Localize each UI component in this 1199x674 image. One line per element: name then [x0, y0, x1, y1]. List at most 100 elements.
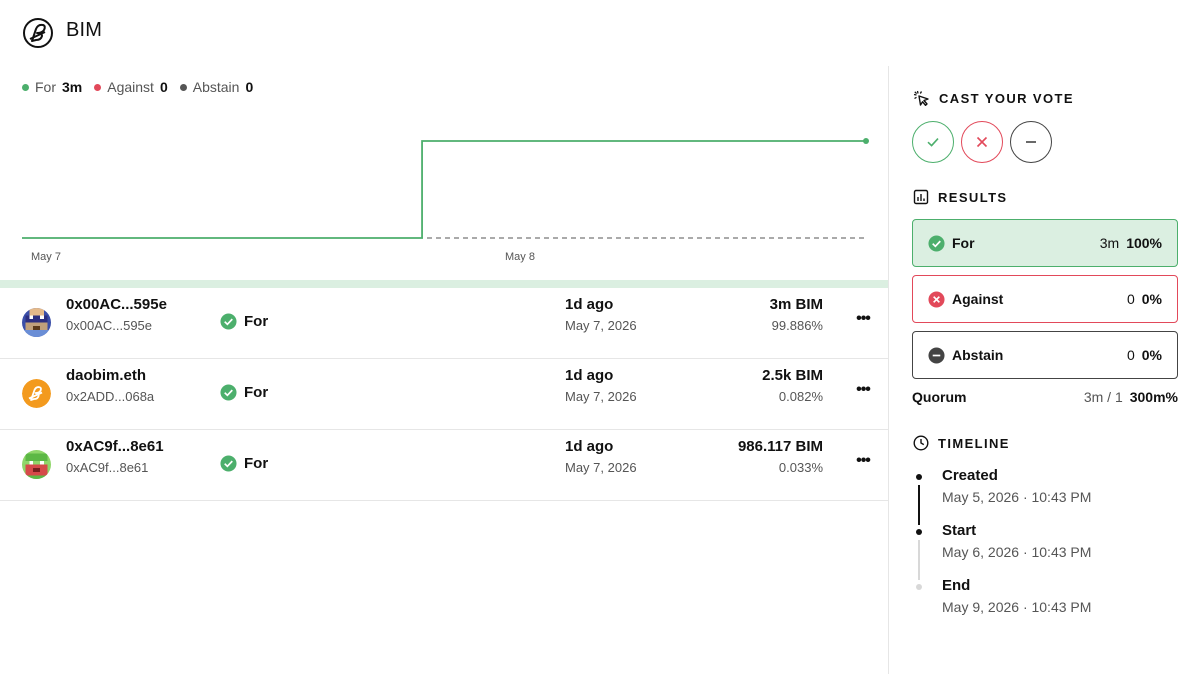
vote-percent: 99.886% — [771, 318, 823, 333]
more-options-icon[interactable]: ••• — [852, 379, 874, 401]
voter-name[interactable]: 0x00AC...595e — [66, 296, 167, 313]
result-percent: 100% — [1126, 235, 1162, 251]
timeline-date: May 5, 2026 · 10:43 PM — [942, 489, 1092, 505]
check-circle-icon — [220, 384, 237, 401]
timeline-item-created: Created May 5, 2026 · 10:43 PM — [912, 465, 1178, 525]
quorum-ratio: 3m / 1 — [1083, 389, 1123, 405]
bar-chart-icon — [913, 189, 929, 205]
vote-time: 1d ago — [565, 367, 614, 384]
vote-choice: For — [220, 313, 268, 330]
vote-percent: 0.033% — [778, 460, 823, 475]
results-heading: RESULTS — [913, 189, 1008, 205]
timeline-item-start: Start May 6, 2026 · 10:43 PM — [912, 520, 1178, 580]
result-against: Against 0 0% — [912, 275, 1178, 323]
result-percent: 0% — [1141, 347, 1162, 363]
section-title: TIMELINE — [938, 435, 1010, 451]
pixel-avatar-blue — [22, 308, 51, 337]
legend-dot-for — [22, 83, 29, 91]
vote-choice-label: For — [244, 384, 269, 401]
timeline-dot — [916, 474, 922, 480]
chart-x-tick: May 8 — [505, 251, 535, 263]
check-circle-icon — [928, 234, 945, 252]
result-amount: 0 — [1126, 291, 1135, 307]
legend-dot-against — [94, 83, 102, 91]
quorum-percent: 300m% — [1129, 389, 1178, 405]
timeline-title: Start — [942, 522, 977, 539]
timeline-title: Created — [942, 467, 998, 484]
vote-time: 1d ago — [565, 296, 614, 313]
check-icon — [927, 138, 939, 147]
vote-for-button[interactable] — [912, 121, 954, 163]
minus-circle-icon — [928, 346, 945, 364]
table-row[interactable]: 0xAC9f...8e61 0xAC9f...8e61 For 1d ago M… — [0, 430, 888, 501]
vote-date: May 7, 2026 — [565, 389, 637, 404]
vote-power: 2.5k BIM — [762, 367, 823, 384]
vote-choice: For — [220, 384, 268, 401]
timeline-dot — [916, 529, 922, 535]
legend-label: Against — [107, 79, 154, 95]
timeline-date: May 9, 2026 · 10:43 PM — [942, 599, 1092, 615]
result-abstain: Abstain 0 0% — [912, 331, 1178, 379]
cast-vote-heading: CAST YOUR VOTE — [913, 90, 1074, 107]
vote-choice-label: For — [244, 455, 269, 472]
result-amount: 0 — [1126, 347, 1135, 363]
voter-address: 0x2ADD...068a — [66, 389, 155, 404]
vote-percent: 0.082% — [778, 389, 823, 404]
clock-icon — [913, 435, 929, 451]
chart-point-for — [863, 138, 869, 144]
table-row[interactable]: daobim.eth 0x2ADD...068a For 1d ago May … — [0, 359, 888, 430]
voter-address: 0x00AC...595e — [66, 318, 153, 333]
minus-icon — [1026, 141, 1036, 143]
legend-value: 0 — [245, 79, 254, 95]
timeline-date: May 6, 2026 · 10:43 PM — [942, 544, 1092, 560]
cast-vote-buttons — [912, 121, 1059, 163]
voter-address: 0xAC9f...8e61 — [66, 460, 149, 475]
votes-divider — [0, 280, 888, 288]
chart-legend: For 3m Against 0 Abstain 0 — [22, 79, 265, 95]
timeline-item-end: End May 9, 2026 · 10:43 PM — [912, 575, 1178, 630]
result-label: Abstain — [952, 347, 1004, 363]
section-title: CAST YOUR VOTE — [939, 91, 1074, 106]
check-circle-icon — [220, 313, 237, 330]
vote-power: 986.117 BIM — [737, 438, 823, 455]
result-label: Against — [952, 291, 1004, 307]
voter-name[interactable]: 0xAC9f...8e61 — [66, 438, 164, 455]
x-circle-icon — [928, 290, 945, 308]
vote-abstain-button[interactable] — [1010, 121, 1052, 163]
timeline-connector — [918, 540, 920, 580]
cursor-click-icon — [913, 90, 929, 106]
table-row[interactable]: 0x00AC...595e 0x00AC...595e For 1d ago M… — [0, 288, 888, 359]
timeline: Created May 5, 2026 · 10:43 PM Start May… — [912, 465, 1178, 630]
timeline-title: End — [942, 577, 971, 594]
legend-item-against: Against 0 — [94, 79, 168, 95]
chart-x-tick: May 7 — [31, 251, 61, 263]
more-options-icon[interactable]: ••• — [852, 450, 874, 472]
vote-date: May 7, 2026 — [565, 460, 637, 475]
vote-chart: May 7 May 8 — [22, 138, 869, 263]
vote-time: 1d ago — [565, 438, 614, 455]
quorum-row: Quorum 3m / 1 300m% — [912, 389, 1178, 405]
dao-logo-icon[interactable] — [22, 17, 54, 49]
check-circle-icon — [220, 455, 237, 472]
vote-choice-label: For — [244, 313, 269, 330]
bim-logo-avatar — [22, 379, 51, 408]
result-amount: 3m — [1099, 235, 1120, 251]
timeline-dot — [916, 584, 922, 590]
legend-value: 0 — [159, 79, 168, 95]
legend-value: 3m — [62, 79, 83, 95]
vote-against-button[interactable] — [961, 121, 1003, 163]
legend-dot-abstain — [179, 83, 187, 91]
pixel-avatar-green — [22, 450, 51, 479]
votes-list: 0x00AC...595e 0x00AC...595e For 1d ago M… — [0, 288, 888, 501]
legend-label: Abstain — [192, 79, 240, 95]
quorum-label: Quorum — [912, 389, 967, 405]
close-icon — [976, 136, 988, 148]
legend-label: For — [35, 79, 56, 95]
timeline-heading: TIMELINE — [913, 435, 1010, 451]
voter-name[interactable]: daobim.eth — [66, 367, 146, 384]
more-options-icon[interactable]: ••• — [852, 308, 874, 330]
chart-series-for — [22, 140, 866, 239]
sidebar: CAST YOUR VOTE RESULTS For 3m 100% Again… — [888, 66, 1199, 674]
result-label: For — [952, 235, 975, 251]
result-for: For 3m 100% — [912, 219, 1178, 267]
